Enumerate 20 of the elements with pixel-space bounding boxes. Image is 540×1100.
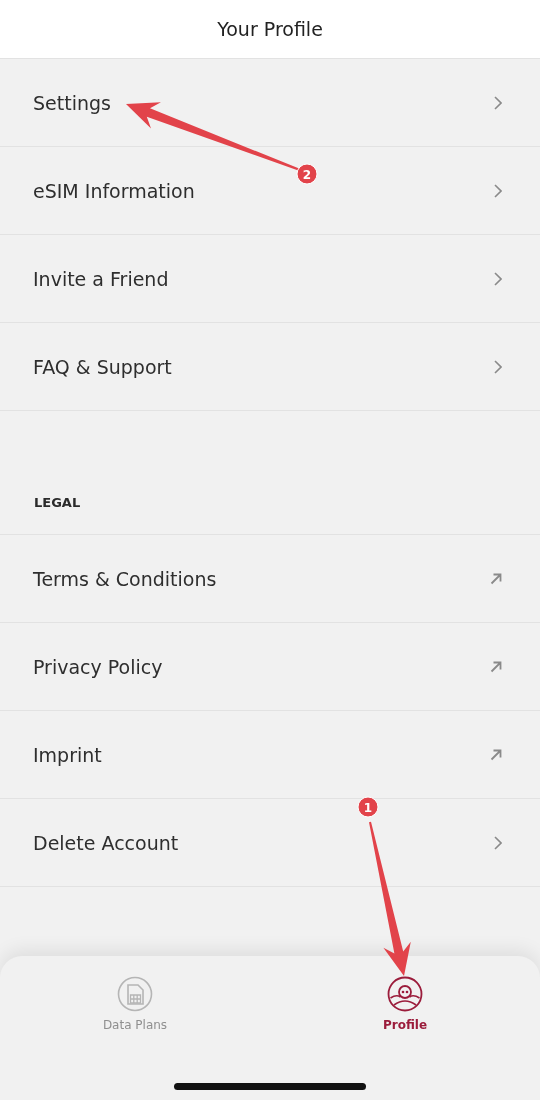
profile-icon (387, 976, 423, 1012)
menu-item[interactable]: Invite a Friend (0, 235, 540, 323)
chevron-icon (494, 183, 502, 198)
section-heading: LEGAL (33, 494, 82, 512)
arrow-up-right-icon (490, 660, 502, 673)
sim-card-icon (117, 976, 153, 1012)
chevron-icon (494, 95, 502, 110)
menu-item[interactable]: Terms & Conditions (0, 535, 540, 623)
arrow-up-right-icon (490, 572, 502, 585)
arrow-up-right-icon (490, 748, 502, 761)
menu-item[interactable]: Imprint (0, 711, 540, 799)
step-badge: 2 (296, 163, 318, 185)
menu-item[interactable]: FAQ & Support (0, 323, 540, 411)
chevron-icon (494, 271, 502, 286)
chevron-icon (494, 835, 502, 850)
step-badge: 1 (357, 796, 379, 818)
page-title: Your Profile (217, 18, 323, 40)
chevron-icon (494, 359, 502, 374)
tab[interactable]: Profile (270, 956, 540, 1100)
menu-item[interactable]: Privacy Policy (0, 623, 540, 711)
